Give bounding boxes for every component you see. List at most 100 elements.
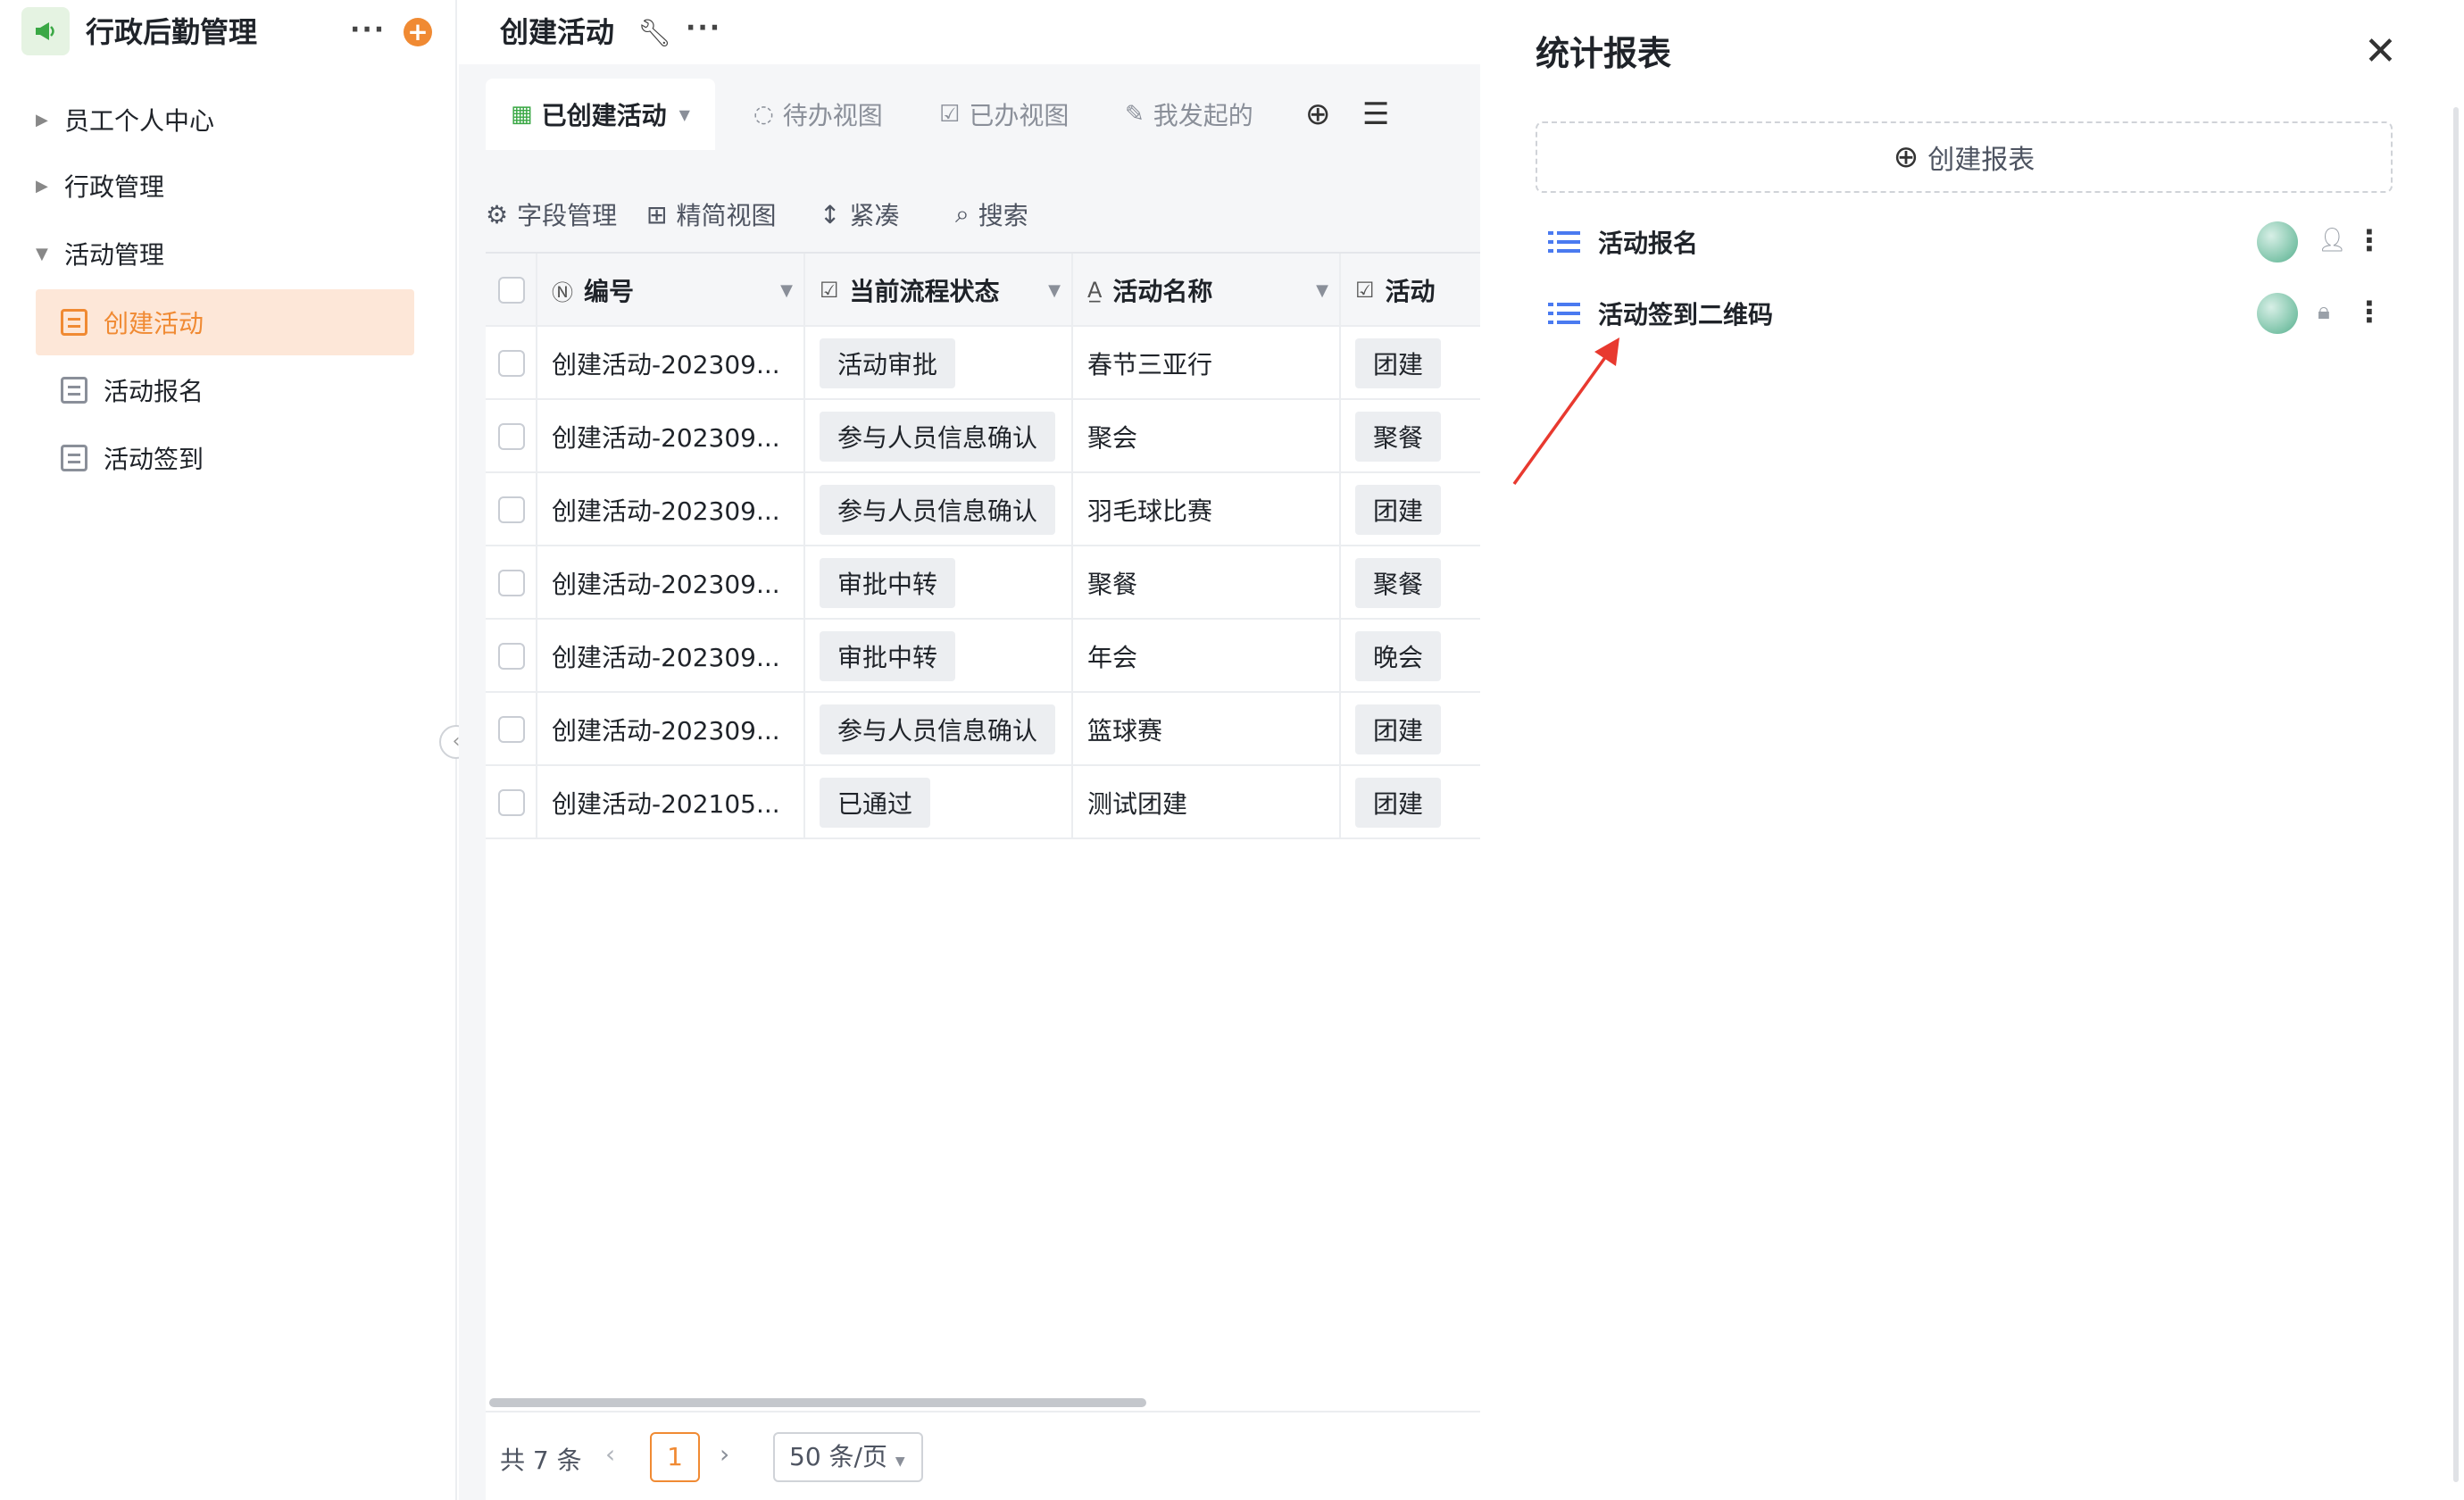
select-all-checkbox[interactable] bbox=[498, 277, 525, 304]
user-icon[interactable]: 👤︎ bbox=[2318, 227, 2347, 254]
status-tag: 审批中转 bbox=[820, 558, 956, 608]
main-content: 创建活动 🔧︎ ··· ▦ 已创建活动 ▼ ◌ 待办视图 ☑ 已办视图 ✎ 我发… bbox=[459, 0, 1480, 1500]
type-tag: 聚餐 bbox=[1355, 412, 1442, 462]
more-icon[interactable]: ··· bbox=[686, 12, 721, 44]
cell-type: 晚会 bbox=[1341, 620, 1480, 693]
sidebar-item-staff-center[interactable]: ▶ 员工个人中心 bbox=[36, 88, 414, 152]
column-header-status[interactable]: ☑ 当前流程状态 ▼ bbox=[805, 254, 1073, 327]
more-icon[interactable]: ··· bbox=[350, 12, 386, 48]
page-size-select[interactable]: 50 条/页 ▼ bbox=[773, 1432, 923, 1482]
lock-icon[interactable]: 🔒︎ bbox=[2318, 298, 2330, 326]
cell-id: 创建活动-202309... bbox=[537, 473, 805, 546]
type-tag: 团建 bbox=[1355, 704, 1442, 754]
total-count: 共 7 条 bbox=[500, 1446, 582, 1475]
sidebar-item-activity-signup[interactable]: 活动报名 bbox=[36, 357, 414, 423]
text-field-icon: A̲ bbox=[1087, 278, 1103, 303]
cell-name: 篮球赛 bbox=[1073, 693, 1341, 766]
table-row[interactable]: 创建活动-202309... 参与人员信息确认 聚会 聚餐 bbox=[486, 400, 1480, 473]
plus-circle-icon: ⊕ bbox=[1893, 139, 1919, 175]
row-checkbox[interactable] bbox=[498, 716, 525, 743]
row-checkbox[interactable] bbox=[498, 496, 525, 523]
more-vertical-icon[interactable]: ⋮ bbox=[2355, 295, 2384, 329]
table-icon: ▦ bbox=[511, 101, 533, 128]
sidebar-item-admin[interactable]: ▶ 行政管理 bbox=[36, 154, 414, 218]
report-item[interactable]: 活动签到二维码 🔒︎ ⋮ bbox=[1548, 282, 2384, 345]
chevron-right-icon[interactable]: › bbox=[720, 1439, 729, 1469]
avatar bbox=[2257, 221, 2298, 262]
status-tag: 参与人员信息确认 bbox=[820, 412, 1056, 462]
avatar bbox=[2257, 293, 2298, 334]
settings-icon: ⚙︎ bbox=[486, 199, 509, 229]
row-checkbox[interactable] bbox=[498, 789, 525, 816]
table-header-row: Ⓝ 编号 ▼ ☑ 当前流程状态 ▼ A̲ 活动名称 ▼ ☑ 活动 bbox=[486, 254, 1480, 327]
tab-todo-view[interactable]: ◌ 待办视图 bbox=[753, 79, 883, 150]
table-row[interactable]: 创建活动-202309... 参与人员信息确认 羽毛球比赛 团建 bbox=[486, 473, 1480, 546]
tab-initiated-by-me[interactable]: ✎ 我发起的 bbox=[1125, 79, 1253, 150]
chevron-left-icon[interactable]: ‹ bbox=[605, 1439, 615, 1469]
field-manage-label: 字段管理 bbox=[517, 201, 618, 230]
sidebar-item-label: 活动签到 bbox=[104, 445, 204, 474]
type-tag: 聚餐 bbox=[1355, 558, 1442, 608]
view-list-icon[interactable]: ☰ bbox=[1362, 96, 1389, 132]
status-tag: 参与人员信息确认 bbox=[820, 485, 1056, 535]
tab-done-view[interactable]: ☑ 已办视图 bbox=[939, 79, 1069, 150]
list-icon bbox=[1548, 229, 1580, 254]
report-item[interactable]: 活动报名 👤︎ ⋮ bbox=[1548, 211, 2384, 273]
wrench-icon[interactable]: 🔧︎ bbox=[637, 18, 671, 49]
chevron-down-icon[interactable]: ▼ bbox=[1048, 281, 1061, 300]
form-icon bbox=[61, 445, 87, 471]
sidebar-item-label: 创建活动 bbox=[104, 309, 204, 338]
row-checkbox[interactable] bbox=[498, 423, 525, 450]
cell-type: 聚餐 bbox=[1341, 400, 1480, 473]
megaphone-icon bbox=[21, 7, 70, 55]
vertical-scrollbar[interactable] bbox=[2453, 107, 2459, 1482]
check-circle-icon: ◌ bbox=[753, 101, 774, 128]
main-header: 创建活动 🔧︎ ··· bbox=[459, 0, 1480, 64]
field-manage-button[interactable]: ⚙︎ 字段管理 bbox=[486, 175, 617, 254]
more-vertical-icon[interactable]: ⋮ bbox=[2355, 223, 2384, 257]
table-row[interactable]: 创建活动-202309... 参与人员信息确认 篮球赛 团建 bbox=[486, 693, 1480, 766]
column-header-name[interactable]: A̲ 活动名称 ▼ bbox=[1073, 254, 1341, 327]
page-number-button[interactable]: 1 bbox=[650, 1432, 700, 1482]
tab-label: 待办视图 bbox=[782, 101, 883, 130]
table-row[interactable]: 创建活动-202105... 已通过 测试团建 团建 bbox=[486, 766, 1480, 839]
annotation-arrow-icon bbox=[1512, 338, 1619, 486]
sidebar: 行政后勤管理 ··· + ▶ 员工个人中心 ▶ 行政管理 ▼ 活动管理 创建活动… bbox=[0, 0, 457, 1500]
table-row[interactable]: 创建活动-202309... 活动审批 春节三亚行 团建 bbox=[486, 327, 1480, 400]
row-checkbox[interactable] bbox=[498, 350, 525, 377]
panel-title: 统计报表 bbox=[1536, 34, 1672, 73]
cell-id: 创建活动-202309... bbox=[537, 400, 805, 473]
row-select-cell bbox=[486, 400, 537, 473]
column-header-id[interactable]: Ⓝ 编号 ▼ bbox=[537, 254, 805, 327]
close-icon[interactable]: ✕ bbox=[2364, 30, 2397, 73]
row-checkbox[interactable] bbox=[498, 570, 525, 596]
select-all-cell bbox=[486, 254, 537, 327]
tab-created-activities[interactable]: ▦ 已创建活动 ▼ bbox=[486, 79, 715, 150]
row-height-button[interactable]: ↕ 紧凑 bbox=[820, 175, 899, 254]
cell-name: 春节三亚行 bbox=[1073, 327, 1341, 400]
sidebar-item-activity[interactable]: ▼ 活动管理 bbox=[36, 221, 414, 286]
add-view-icon[interactable]: ⊕ bbox=[1305, 96, 1331, 132]
create-report-button[interactable]: ⊕ 创建报表 bbox=[1536, 121, 2393, 193]
table-row[interactable]: 创建活动-202309... 审批中转 年会 晚会 bbox=[486, 620, 1480, 693]
sidebar-item-activity-checkin[interactable]: 活动签到 bbox=[36, 425, 414, 491]
row-select-cell bbox=[486, 620, 537, 693]
row-select-cell bbox=[486, 766, 537, 839]
compact-view-button[interactable]: ⊞ 精简视图 bbox=[646, 175, 776, 254]
column-header-type[interactable]: ☑ 活动 bbox=[1341, 254, 1480, 327]
sidebar-item-label: 活动报名 bbox=[104, 377, 204, 406]
search-button[interactable]: ⌕ 搜索 bbox=[955, 175, 1028, 254]
cell-name: 羽毛球比赛 bbox=[1073, 473, 1341, 546]
cell-status: 活动审批 bbox=[805, 327, 1073, 400]
chevron-down-icon[interactable]: ▼ bbox=[1316, 281, 1328, 300]
chevron-down-icon[interactable]: ▼ bbox=[780, 281, 793, 300]
number-field-icon: Ⓝ bbox=[552, 279, 573, 305]
add-app-icon[interactable]: + bbox=[404, 18, 432, 46]
tab-label: 已办视图 bbox=[969, 101, 1070, 130]
pagination-bar: 共 7 条 ‹ 1 › 50 条/页 ▼ bbox=[486, 1411, 1480, 1500]
column-header-label: 当前流程状态 bbox=[849, 277, 1000, 306]
table-row[interactable]: 创建活动-202309... 审批中转 聚餐 聚餐 bbox=[486, 546, 1480, 620]
row-checkbox[interactable] bbox=[498, 643, 525, 670]
sidebar-item-create-activity[interactable]: 创建活动 bbox=[36, 289, 414, 355]
horizontal-scrollbar[interactable] bbox=[489, 1398, 1146, 1407]
